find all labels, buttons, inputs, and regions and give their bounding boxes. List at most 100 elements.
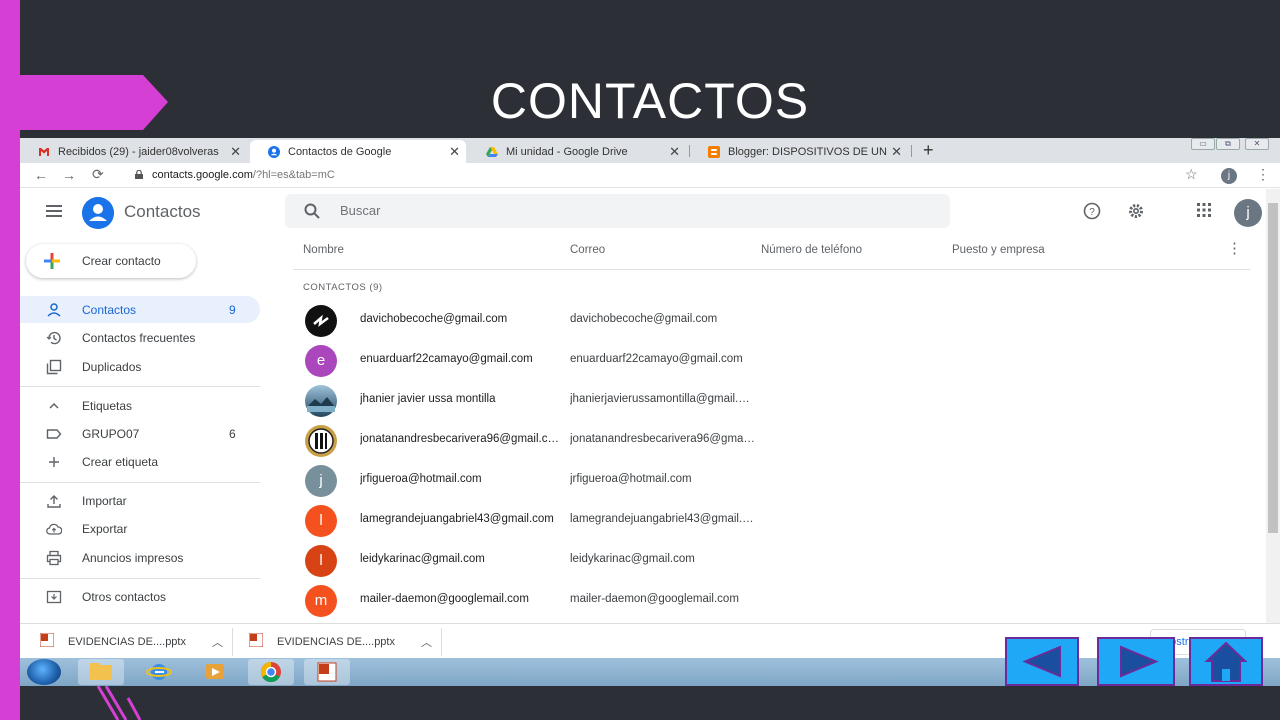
search-icon xyxy=(304,203,320,219)
close-window-button[interactable]: ✕ xyxy=(1245,138,1269,150)
svg-text:?: ? xyxy=(1089,207,1095,218)
download-item[interactable]: EVIDENCIAS DE....pptx ︿ xyxy=(40,624,230,659)
contact-row[interactable]: l lamegrandejuangabriel43@gmail.com lame… xyxy=(293,501,1253,541)
contact-name: mailer-daemon@googlemail.com xyxy=(360,593,529,605)
plus-icon xyxy=(44,253,60,269)
lock-icon xyxy=(135,170,143,179)
contact-row[interactable]: j jrfigueroa@hotmail.com jrfigueroa@hotm… xyxy=(293,461,1253,501)
forward-arrow-icon[interactable]: → xyxy=(62,167,76,183)
download-separator xyxy=(232,628,233,656)
close-icon[interactable]: ✕ xyxy=(449,144,460,160)
upload-icon xyxy=(47,495,61,508)
history-icon xyxy=(46,331,61,345)
taskbar-powerpoint[interactable] xyxy=(304,659,350,685)
vertical-scrollbar[interactable] xyxy=(1266,189,1280,623)
tab-gmail[interactable]: Recibidos (29) - jaider08volveras ✕ xyxy=(20,140,247,163)
slide-next-button[interactable] xyxy=(1097,637,1175,686)
club-crest-icon xyxy=(308,428,334,454)
profile-avatar[interactable]: j xyxy=(1221,168,1237,184)
contact-row[interactable]: m mailer-daemon@googlemail.com mailer-da… xyxy=(293,581,1253,621)
column-header-correo[interactable]: Correo xyxy=(570,244,605,256)
drive-icon xyxy=(486,146,498,157)
sidebar-item-label: Crear etiqueta xyxy=(82,455,159,469)
contact-row[interactable]: jonatanandresbecarivera96@gmail.com jona… xyxy=(293,421,1253,461)
tab-contactos[interactable]: Contactos de Google ✕ xyxy=(250,140,466,163)
sidebar-item-duplicados[interactable]: Duplicados xyxy=(20,353,260,380)
tab-blogger[interactable]: Blogger: DISPOSITIVOS DE UN E ✕ xyxy=(690,140,908,163)
reload-icon[interactable]: ⟳ xyxy=(92,166,104,183)
scrollbar-thumb[interactable] xyxy=(1268,203,1278,533)
sidebar-item-otros-contactos[interactable]: Otros contactos xyxy=(20,583,260,610)
contact-name: enuarduarf22camayo@gmail.com xyxy=(360,353,533,365)
back-arrow-icon[interactable]: ← xyxy=(34,167,48,183)
sidebar-item-grupo07[interactable]: GRUPO07 6 xyxy=(20,420,260,447)
plus-icon xyxy=(49,457,59,467)
contact-avatar: m xyxy=(305,585,337,617)
contact-avatar xyxy=(305,425,337,457)
new-tab-button[interactable]: + xyxy=(923,140,934,161)
blogger-icon xyxy=(708,145,720,158)
contact-name: davichobecoche@gmail.com xyxy=(360,313,508,325)
start-button[interactable] xyxy=(27,659,61,685)
contact-row[interactable]: e enuarduarf22camayo@gmail.com enuarduar… xyxy=(293,341,1253,381)
create-contact-button[interactable]: Crear contacto xyxy=(26,244,196,278)
sidebar-item-contactos[interactable]: Contactos 9 xyxy=(20,296,260,323)
person-icon xyxy=(47,303,61,317)
close-icon[interactable]: ✕ xyxy=(230,144,241,160)
restore-button[interactable]: ⧉ xyxy=(1216,138,1240,150)
column-options-icon[interactable]: ⋮ xyxy=(1227,239,1242,257)
sidebar-item-count: 6 xyxy=(229,427,236,441)
column-header-nombre[interactable]: Nombre xyxy=(303,244,344,256)
chevron-up-icon[interactable]: ︿ xyxy=(421,634,432,650)
tab-drive[interactable]: Mi unidad - Google Drive ✕ xyxy=(468,140,686,163)
contact-email: mailer-daemon@googlemail.com xyxy=(570,593,739,605)
sidebar-item-label: Etiquetas xyxy=(82,399,133,413)
close-icon[interactable]: ✕ xyxy=(669,144,680,160)
column-header-telefono[interactable]: Número de teléfono xyxy=(761,244,862,256)
browser-screenshot: Recibidos (29) - jaider08volveras ✕ Cont… xyxy=(20,138,1280,686)
sidebar-item-etiquetas[interactable]: Etiquetas xyxy=(20,392,260,419)
slide-home-button[interactable] xyxy=(1189,637,1263,686)
folder-icon xyxy=(90,663,112,680)
sidebar-item-count: 9 xyxy=(229,303,236,317)
sidebar-item-label: Exportar xyxy=(82,522,128,536)
apps-grid-icon[interactable] xyxy=(1196,202,1212,218)
taskbar-ie[interactable] xyxy=(136,659,182,685)
gear-icon[interactable] xyxy=(1127,202,1145,220)
tab-label: Mi unidad - Google Drive xyxy=(506,145,628,158)
sidebar-item-crear-etiqueta[interactable]: Crear etiqueta xyxy=(20,448,260,475)
contact-row[interactable]: l leidykarinac@gmail.com leidykarinac@gm… xyxy=(293,541,1253,581)
chrome-icon xyxy=(260,661,281,683)
slide-previous-button[interactable] xyxy=(1005,637,1079,686)
print-icon xyxy=(46,550,62,566)
taskbar-explorer[interactable] xyxy=(78,659,124,685)
gmail-icon xyxy=(39,147,49,156)
sidebar-item-importar[interactable]: Importar xyxy=(20,487,260,514)
downloads-bar: EVIDENCIAS DE....pptx ︿ EVIDENCIAS DE...… xyxy=(20,623,1280,659)
column-header-puesto[interactable]: Puesto y empresa xyxy=(952,244,1045,256)
close-icon[interactable]: ✕ xyxy=(891,144,902,160)
contact-email: leidykarinac@gmail.com xyxy=(570,553,695,565)
browser-menu-icon[interactable]: ⋮ xyxy=(1256,166,1270,183)
contact-avatar: e xyxy=(305,345,337,377)
sidebar-item-anuncios[interactable]: Anuncios impresos xyxy=(20,544,260,571)
star-icon[interactable]: ☆ xyxy=(1185,166,1198,183)
taskbar-chrome[interactable] xyxy=(248,659,294,685)
arrow-left-icon xyxy=(1022,645,1061,678)
contact-row[interactable]: jhanier javier ussa montilla jhanierjavi… xyxy=(293,381,1253,421)
taskbar-media[interactable] xyxy=(192,659,238,685)
sidebar-item-exportar[interactable]: Exportar xyxy=(20,515,260,542)
contact-row[interactable]: davichobecoche@gmail.com davichobecoche@… xyxy=(293,301,1253,341)
contact-avatar xyxy=(305,385,337,417)
url-field[interactable]: contacts.google.com/?hl=es&tab=mC xyxy=(152,169,335,181)
sidebar-item-label: Duplicados xyxy=(82,360,142,374)
download-item[interactable]: EVIDENCIAS DE....pptx ︿ xyxy=(249,624,439,659)
search-input[interactable]: Buscar xyxy=(285,194,950,228)
help-icon[interactable]: ? xyxy=(1083,202,1101,220)
account-avatar[interactable]: j xyxy=(1234,199,1262,227)
minimize-button[interactable]: ▭ xyxy=(1191,138,1215,150)
main-menu-icon[interactable] xyxy=(46,205,62,217)
chevron-up-icon[interactable]: ︿ xyxy=(212,634,223,650)
url-path: /?hl=es&tab=mC xyxy=(252,169,335,181)
sidebar-item-frecuentes[interactable]: Contactos frecuentes xyxy=(20,324,260,351)
